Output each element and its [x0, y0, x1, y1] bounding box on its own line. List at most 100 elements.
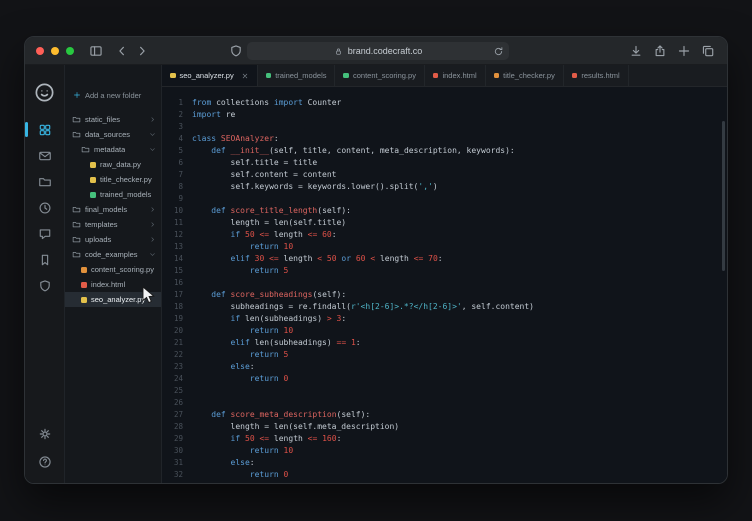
code-text: class SEOAnalyzer:: [192, 133, 279, 145]
close-tab-icon[interactable]: [241, 72, 249, 80]
privacy-shield-icon[interactable]: [229, 44, 243, 58]
help-icon: [38, 455, 52, 469]
tree-file-title_checker.py[interactable]: title_checker.py: [65, 172, 161, 187]
code-text: length = len(self.meta_description): [192, 421, 399, 433]
tree-file-content_scoring.py[interactable]: content_scoring.py: [65, 262, 161, 277]
line-number: 7: [162, 169, 192, 181]
tree-folder-code_examples[interactable]: code_examples: [65, 247, 161, 262]
code-line: 24 return 0: [162, 373, 727, 385]
code-line: 31 else:: [162, 457, 727, 469]
back-icon[interactable]: [115, 44, 129, 58]
chevron-right-icon: [149, 221, 156, 228]
tab-results.html[interactable]: results.html: [564, 65, 629, 86]
file-type-icon: [90, 192, 96, 198]
chevron-down-icon: [149, 131, 156, 138]
rail-item-mail[interactable]: [32, 144, 58, 167]
tree-file-index.html[interactable]: index.html: [65, 277, 161, 292]
line-number: 25: [162, 385, 192, 397]
tab-label: title_checker.py: [503, 71, 555, 80]
tree-folder-templates[interactable]: templates: [65, 217, 161, 232]
line-number: 17: [162, 289, 192, 301]
code-text: return 0: [192, 373, 288, 385]
plus-icon: [73, 91, 81, 99]
rail-item-settings[interactable]: [32, 422, 58, 445]
code-text: return 10: [192, 325, 293, 337]
code-area[interactable]: 1from collections import Counter2import …: [162, 87, 727, 483]
forward-icon[interactable]: [135, 44, 149, 58]
chevron-right-icon: [149, 236, 156, 243]
folder-icon: [72, 220, 81, 229]
tree-item-label: title_checker.py: [100, 175, 152, 184]
rail-item-apps[interactable]: [32, 118, 58, 141]
code-line: 13 return 10: [162, 241, 727, 253]
code-line: 2import re: [162, 109, 727, 121]
reload-icon[interactable]: [493, 46, 504, 57]
tab-index.html[interactable]: index.html: [425, 65, 486, 86]
tab-content_scoring.py[interactable]: content_scoring.py: [335, 65, 424, 86]
tree-folder-data_sources[interactable]: data_sources: [65, 127, 161, 142]
chevron-right-icon: [149, 206, 156, 213]
folder-icon: [72, 115, 81, 124]
zoom-window-button[interactable]: [66, 47, 74, 55]
address-bar[interactable]: brand.codecraft.co: [247, 42, 509, 60]
code-text: def score_subheadings(self):: [192, 289, 346, 301]
rail-item-help[interactable]: [32, 450, 58, 473]
desktop: { "colors": { "accent": "#38b6e3", "kw":…: [0, 0, 752, 521]
tab-seo_analyzer.py[interactable]: seo_analyzer.py: [162, 65, 258, 86]
sidebar-toggle-icon[interactable]: [89, 44, 103, 58]
code-line: 29 if 50 <= length <= 160:: [162, 433, 727, 445]
add-folder-button[interactable]: Add a new folder: [65, 87, 161, 103]
tree-item-label: uploads: [85, 235, 111, 244]
tree-folder-metadata[interactable]: metadata: [65, 142, 161, 157]
chevron-down-icon: [149, 251, 156, 258]
tree-item-label: data_sources: [85, 130, 130, 139]
tree-file-seo_analyzer.py[interactable]: seo_analyzer.py: [65, 292, 161, 307]
minimize-window-button[interactable]: [51, 47, 59, 55]
tree-file-trained_models[interactable]: trained_models: [65, 187, 161, 202]
rail-bottom: [32, 422, 58, 473]
line-number: 2: [162, 109, 192, 121]
tab-trained_models[interactable]: trained_models: [258, 65, 336, 86]
line-number: 3: [162, 121, 192, 133]
editor-scrollbar[interactable]: [722, 121, 725, 271]
tree-folder-static_files[interactable]: static_files: [65, 112, 161, 127]
rail-item-chat[interactable]: [32, 222, 58, 245]
rail-item-bookmark[interactable]: [32, 248, 58, 271]
folder-icon: [81, 145, 90, 154]
tab-file-icon: [433, 73, 439, 79]
tree-item-label: code_examples: [85, 250, 138, 259]
downloads-icon[interactable]: [629, 44, 643, 58]
code-text: def score_meta_description(self):: [192, 409, 370, 421]
folder-icon: [72, 130, 81, 139]
line-number: 23: [162, 361, 192, 373]
code-line: 19 if len(subheadings) > 3:: [162, 313, 727, 325]
rail-item-logo[interactable]: [32, 77, 58, 107]
tab-overview-icon[interactable]: [701, 44, 715, 58]
mail-icon: [38, 149, 52, 163]
code-line: 23 else:: [162, 361, 727, 373]
code-line: 12 if 50 <= length <= 60:: [162, 229, 727, 241]
folder-icon: [72, 250, 81, 259]
code-text: return 10: [192, 445, 293, 457]
tree-folder-uploads[interactable]: uploads: [65, 232, 161, 247]
tree-file-raw_data.py[interactable]: raw_data.py: [65, 157, 161, 172]
share-icon[interactable]: [653, 44, 667, 58]
code-line: 15 return 5: [162, 265, 727, 277]
code-text: elif 30 <= length < 50 or 60 < length <=…: [192, 253, 443, 265]
tree-folder-final_models[interactable]: final_models: [65, 202, 161, 217]
rail-item-history[interactable]: [32, 196, 58, 219]
tree-item-label: final_models: [85, 205, 127, 214]
tree-item-label: templates: [85, 220, 118, 229]
code-line: 4class SEOAnalyzer:: [162, 133, 727, 145]
file-type-icon: [90, 162, 96, 168]
line-number: 21: [162, 337, 192, 349]
new-tab-icon[interactable]: [677, 44, 691, 58]
line-number: 18: [162, 301, 192, 313]
line-number: 5: [162, 145, 192, 157]
tree-item-label: static_files: [85, 115, 120, 124]
tab-title_checker.py[interactable]: title_checker.py: [486, 65, 564, 86]
rail-item-folder[interactable]: [32, 170, 58, 193]
rail-item-shield[interactable]: [32, 274, 58, 297]
close-window-button[interactable]: [36, 47, 44, 55]
tab-file-icon: [343, 73, 349, 79]
